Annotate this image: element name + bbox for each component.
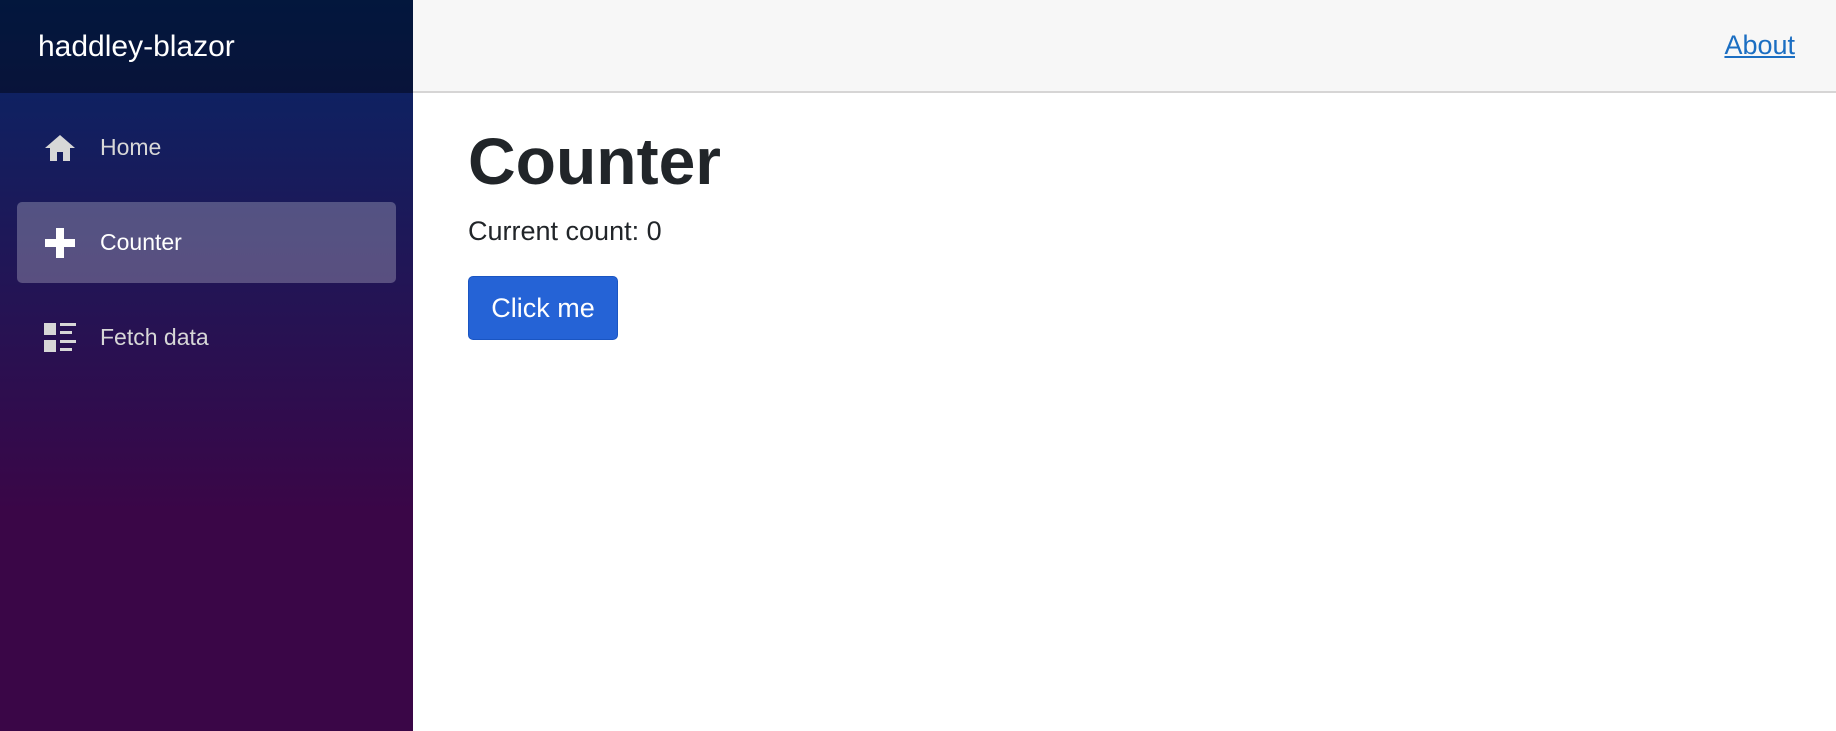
home-icon [42,130,78,166]
nav-menu: Home Counter Fetch data [0,93,413,378]
page-title: Counter [468,124,721,198]
sidebar-item-fetch-data[interactable]: Fetch data [17,297,396,378]
main-content: Counter Current count: 0 Click me [468,93,721,340]
sidebar-item-home[interactable]: Home [17,107,396,188]
current-count-text: Current count: 0 [468,216,662,246]
list-rich-icon [42,320,78,356]
top-row: About [413,0,1836,93]
sidebar-item-label: Counter [100,229,182,255]
plus-icon [42,225,78,261]
about-link[interactable]: About [1724,30,1795,61]
brand-bar: haddley-blazor [0,0,413,93]
click-me-button[interactable]: Click me [468,276,618,340]
brand-link[interactable]: haddley-blazor [38,30,235,64]
sidebar-item-label: Home [100,134,162,160]
sidebar-item-counter[interactable]: Counter [17,202,396,283]
sidebar: haddley-blazor Home Counter Fetch data [0,0,413,731]
sidebar-item-label: Fetch data [100,324,209,350]
